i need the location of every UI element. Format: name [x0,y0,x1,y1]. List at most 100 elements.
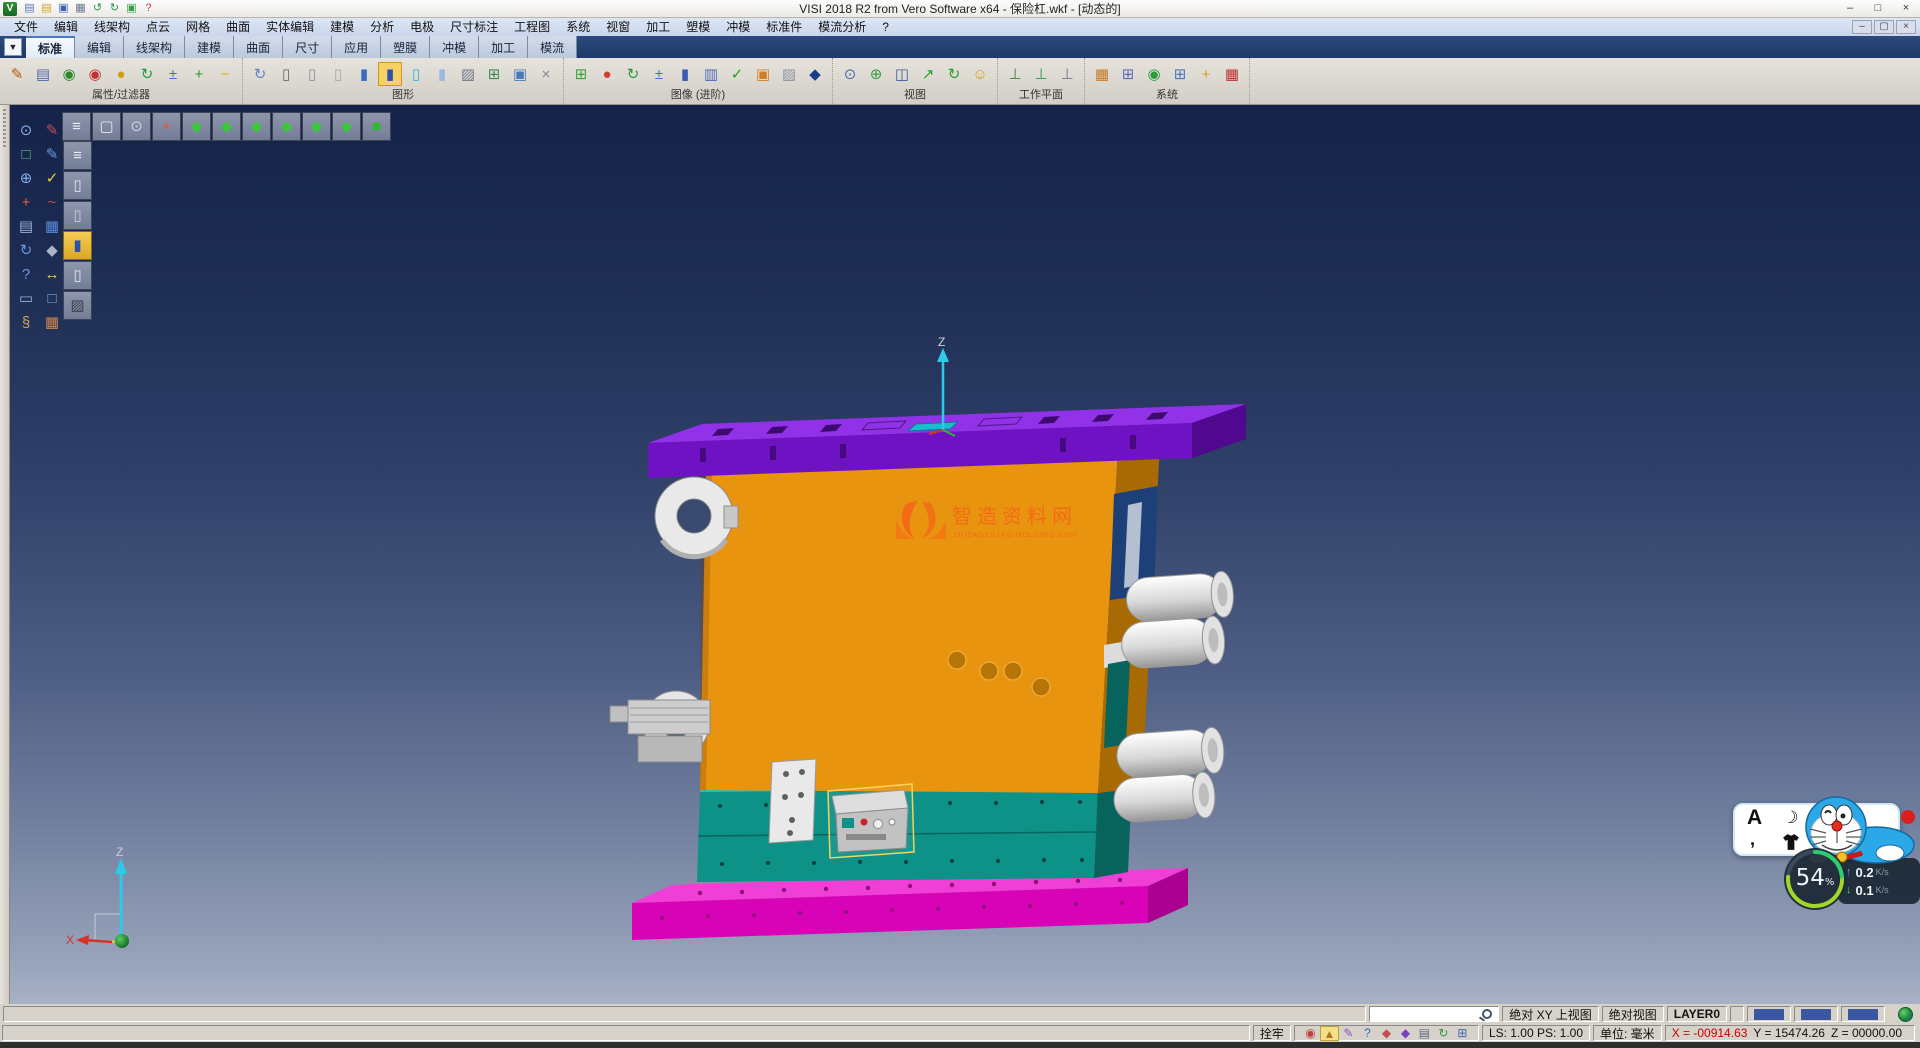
menu-item-6[interactable]: 实体编辑 [258,18,322,36]
toolbar-tab-5[interactable]: 尺寸 [283,36,332,58]
help-icon[interactable]: ? [140,1,157,16]
calculator-icon[interactable]: ⊞ [1116,62,1140,86]
pin-lock-panel[interactable]: 拴牢 [1253,1025,1291,1041]
plane-bounds-icon[interactable]: □ [14,144,38,166]
show-entities-icon[interactable]: ◉ [57,62,81,86]
search-icon[interactable] [1482,1009,1492,1019]
mdi-close-button[interactable]: × [1896,20,1916,34]
new-document-icon[interactable]: ▤ [21,1,38,16]
menu-item-14[interactable]: 加工 [638,18,678,36]
toolbar-tab-1[interactable]: 编辑 [75,36,124,58]
toolbar-tab-10[interactable]: 模流 [528,36,577,58]
open-file-icon[interactable]: ▤ [38,1,55,16]
shade-hidden-line-icon[interactable]: ▯ [63,201,92,230]
transparent-view-icon[interactable]: ▯ [404,62,428,86]
viewport-layout-icon[interactable]: ▦ [40,216,64,238]
units-panel[interactable]: 单位: 毫米 [1593,1025,1662,1041]
menu-item-7[interactable]: 建模 [322,18,362,36]
shaded-edges-view-icon[interactable]: ▮ [378,62,402,86]
toolbar-tab-6[interactable]: 应用 [332,36,381,58]
render-settings-icon[interactable]: ☺ [968,62,992,86]
auto-rotate-icon[interactable]: ↻ [1434,1026,1453,1041]
selection-hand-icon[interactable]: + [1194,62,1218,86]
show-less-icon[interactable]: − [213,62,237,86]
context-help-icon[interactable]: ? [14,264,38,286]
striped-cylinder-icon[interactable]: ▥ [699,62,723,86]
wireframe-view-icon[interactable]: ▯ [274,62,298,86]
layers-icon[interactable]: ▤ [1415,1026,1434,1041]
save-file-icon[interactable]: ▣ [55,1,72,16]
color-swatch-panel-1[interactable] [1747,1006,1791,1022]
fit-view-icon[interactable]: ▢ [92,112,121,141]
menu-item-12[interactable]: 系统 [558,18,598,36]
regenerate-icon[interactable]: ↻ [14,240,38,262]
zoom-dynamic-icon[interactable]: ⊙ [122,112,151,141]
ruler-icon[interactable]: ▭ [14,288,38,310]
redraw-icon[interactable]: ↻ [248,62,272,86]
menu-item-9[interactable]: 电极 [402,18,442,36]
zoom-window-icon[interactable]: ⊙ [838,62,862,86]
3d-viewport[interactable]: 智造资料网 ZHIZAOZILIAO.MOLDING.COM [0,105,1920,1004]
color-swatch-panel-3[interactable] [1841,1006,1885,1022]
capture-icon[interactable]: ▣ [123,1,140,16]
quick-help-icon[interactable]: ? [1358,1026,1377,1041]
cpu-usage-gauge[interactable]: 54% [1782,846,1848,912]
star-edit-icon[interactable]: ✎ [1339,1026,1358,1041]
maximize-button[interactable]: □ [1864,1,1892,16]
multi-body-view-icon[interactable]: ⊞ [482,62,506,86]
filter-traffic-light-icon[interactable]: ● [109,62,133,86]
image-toggle-icon[interactable]: ± [647,62,671,86]
shading-menu-icon[interactable]: ≡ [63,141,92,170]
menu-item-15[interactable]: 塑模 [678,18,718,36]
toolbar-tab-4[interactable]: 曲面 [234,36,283,58]
mdi-restore-button[interactable]: ▢ [1874,20,1894,34]
attribute-page-icon[interactable]: ▤ [31,62,55,86]
toolbar-tab-2[interactable]: 线架构 [124,36,185,58]
plane-tool-icon[interactable]: □ [40,288,64,310]
toolbar-tab-8[interactable]: 冲模 [430,36,479,58]
menu-item-16[interactable]: 冲模 [718,18,758,36]
window-settings-icon[interactable]: ⊞ [1168,62,1192,86]
measure-icon[interactable]: ↔ [40,264,64,286]
menu-item-19[interactable]: ? [874,18,897,36]
status-search-input[interactable] [1376,1008,1480,1020]
palette-tool-icon[interactable]: ▦ [40,312,64,334]
erase-entity-icon[interactable]: ✎ [40,120,64,142]
hatched-view-icon[interactable]: ▨ [456,62,480,86]
color-swatch-panel-2[interactable] [1794,1006,1838,1022]
copy-graphics-icon[interactable]: ▣ [508,62,532,86]
menu-item-13[interactable]: 视窗 [598,18,638,36]
validate-check-icon[interactable]: ✓ [40,168,64,190]
zoom-scale-icon[interactable]: ◫ [890,62,914,86]
view-lock-panel[interactable]: 绝对 XY 上视图 [1502,1006,1598,1022]
toolbar-tab-9[interactable]: 加工 [479,36,528,58]
zoom-entity-icon[interactable]: ⊕ [14,168,38,190]
menu-item-1[interactable]: 编辑 [46,18,86,36]
view-bottom-icon[interactable]: ◆ [212,112,241,141]
workplane-move-icon[interactable]: ⊥ [1055,62,1079,86]
edit-curve-icon[interactable]: ~ [40,192,64,214]
menu-item-10[interactable]: 尺寸标注 [442,18,506,36]
menu-item-18[interactable]: 模流分析 [810,18,874,36]
shade-hatched-icon[interactable]: ▨ [63,291,92,320]
show-hide-toggle-icon[interactable]: ± [161,62,185,86]
viewport-menu-icon[interactable]: ≡ [62,112,91,141]
clip-graphics-icon[interactable]: × [534,62,558,86]
menu-item-11[interactable]: 工程图 [506,18,558,36]
redo-icon[interactable]: ↻ [106,1,123,16]
hatch-solid-icon[interactable]: ▨ [777,62,801,86]
axonometric-axes-icon[interactable]: + [152,112,181,141]
view-shaded-cube-icon[interactable]: ■ [362,112,391,141]
absolute-view-panel[interactable]: 绝对视图 [1602,1006,1664,1022]
globe-icon[interactable] [1898,1007,1913,1022]
add-image-icon[interactable]: ⊞ [569,62,593,86]
menu-item-2[interactable]: 线架构 [86,18,138,36]
print-icon[interactable]: ▦ [72,1,89,16]
hidden-line-view-icon[interactable]: ▯ [300,62,324,86]
close-button[interactable]: × [1892,1,1920,16]
dashed-view-icon[interactable]: ▯ [326,62,350,86]
tab-dropdown-button[interactable]: ▼ [4,38,22,56]
snap-disk-icon[interactable]: ◉ [1301,1026,1320,1041]
grid-window-icon[interactable]: ⊞ [1453,1026,1472,1041]
workplane-create-icon[interactable]: ⊥ [1003,62,1027,86]
